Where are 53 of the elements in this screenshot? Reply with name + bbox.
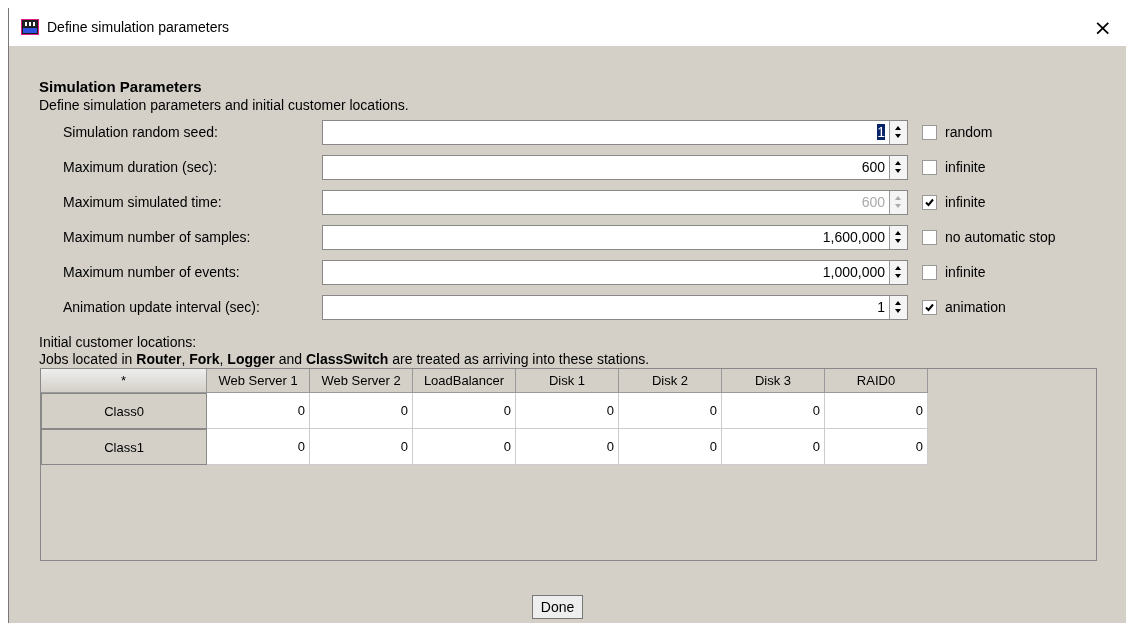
checkbox[interactable] (922, 124, 937, 140)
section-label: Initial customer locations: (39, 334, 198, 350)
row-header: Class1 (41, 429, 207, 465)
checkbox[interactable] (922, 159, 937, 175)
table-cell[interactable]: 0 (722, 429, 825, 465)
table-cell[interactable]: 0 (310, 429, 413, 465)
number-spinner[interactable]: 1 (322, 294, 908, 320)
table-cell[interactable]: 0 (722, 393, 825, 429)
spinner-value: 600 (861, 158, 885, 175)
number-spinner[interactable]: 1,000,000 (322, 259, 908, 285)
parameter-label: Maximum number of samples: (62, 229, 252, 245)
number-spinner[interactable]: 600 (322, 154, 908, 180)
parameter-label: Maximum number of events: (62, 264, 241, 280)
section-description: Define simulation parameters and initial customer locations. (39, 97, 410, 113)
spinner-value: 600 (861, 193, 885, 210)
checkbox[interactable] (922, 299, 937, 315)
row-header: Class0 (41, 393, 207, 429)
table-cell[interactable]: 0 (413, 393, 516, 429)
table-cell[interactable]: 0 (516, 429, 619, 465)
checkbox[interactable] (922, 229, 937, 245)
done-button[interactable]: Done (531, 595, 584, 619)
checkbox-label: animation (945, 299, 1006, 315)
table-cell[interactable]: 0 (619, 393, 722, 429)
column-header[interactable]: * (41, 369, 207, 393)
table-cell[interactable]: 0 (207, 429, 310, 465)
checkbox-label: random (945, 124, 993, 140)
close-button[interactable]: × (1087, 14, 1118, 40)
note-text: Jobs located in Router, Fork, Logger and ClassSwitch are treated as arriving into these stations. (39, 351, 651, 367)
window-title: Define simulation parameters (47, 19, 230, 35)
parameter-label: Simulation random seed: (62, 124, 219, 140)
section-heading: Simulation Parameters (39, 78, 203, 95)
table-cell[interactable]: 0 (207, 393, 310, 429)
checkbox[interactable] (922, 264, 937, 280)
spinner-value: 1 (877, 298, 885, 315)
table-cell[interactable]: 0 (825, 429, 928, 465)
parameter-label: Maximum simulated time: (62, 194, 223, 210)
parameter-label: Maximum duration (sec): (62, 159, 219, 175)
number-spinner[interactable]: 1 (322, 119, 908, 145)
table-cell[interactable]: 0 (413, 429, 516, 465)
number-spinner[interactable]: 1,600,000 (322, 224, 908, 250)
checkbox-label: no automatic stop (945, 229, 1056, 245)
table-cell[interactable]: 0 (516, 393, 619, 429)
table-cell[interactable]: 0 (825, 393, 928, 429)
checkbox-label: infinite (945, 264, 986, 280)
app-logo-icon (21, 19, 39, 35)
spinner-value: 1 (877, 123, 885, 140)
checkbox-label: infinite (945, 159, 986, 175)
checkbox-label: infinite (945, 194, 986, 210)
spinner-value: 1,000,000 (822, 263, 885, 280)
parameter-label: Animation update interval (sec): (62, 299, 261, 315)
table-cell[interactable]: 0 (619, 429, 722, 465)
table-cell[interactable]: 0 (310, 393, 413, 429)
spinner-value: 1,600,000 (822, 228, 885, 245)
